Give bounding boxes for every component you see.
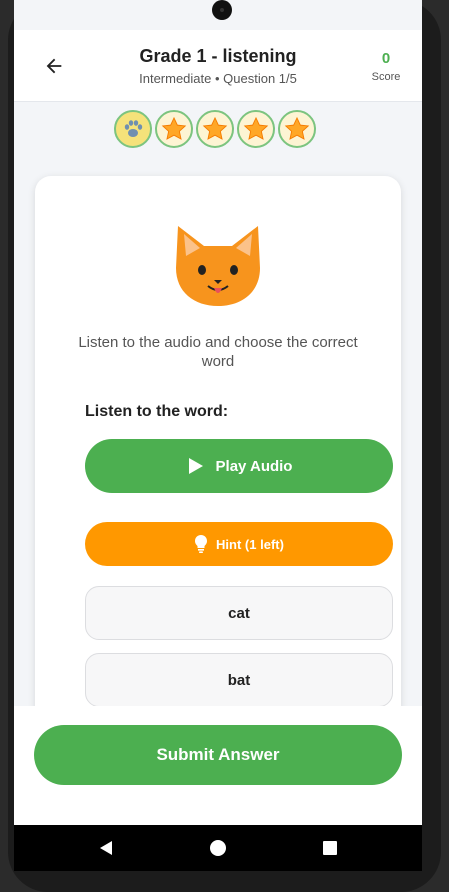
nav-back-button[interactable]	[94, 836, 118, 860]
play-audio-button[interactable]: Play Audio	[85, 439, 393, 493]
listen-prompt-label: Listen to the word:	[85, 403, 229, 420]
cat-face-icon	[176, 226, 260, 306]
star-icon	[284, 116, 310, 140]
app-screen: Grade 1 - listening Intermediate • Quest…	[14, 0, 422, 825]
progress-step	[155, 110, 193, 148]
hint-button[interactable]: Hint (1 left)	[85, 522, 393, 566]
footer-bar: Submit Answer	[14, 706, 422, 825]
question-progress	[114, 110, 334, 148]
star-icon	[161, 116, 187, 140]
star-icon	[202, 116, 228, 140]
answer-option-cat[interactable]: cat	[85, 586, 393, 640]
page-title: Grade 1 - listening	[139, 46, 297, 66]
hint-label: Hint (1 left)	[216, 536, 284, 552]
question-instruction: Listen to the audio and choose the corre…	[78, 334, 358, 370]
nav-home-button[interactable]	[206, 836, 230, 860]
score-value: 0	[381, 50, 391, 67]
app-header: Grade 1 - listening Intermediate • Quest…	[14, 30, 422, 102]
nav-recents-button[interactable]	[318, 836, 342, 860]
status-bar	[14, 0, 422, 30]
question-card: Listen to the audio and choose the corre…	[35, 176, 401, 796]
progress-step	[237, 110, 275, 148]
score-label: Score	[371, 71, 401, 83]
answer-option-bat[interactable]: bat	[85, 653, 393, 707]
android-nav-bar	[14, 825, 422, 871]
play-icon	[188, 458, 203, 474]
lightbulb-icon	[195, 535, 208, 553]
progress-step-current	[114, 110, 152, 148]
submit-answer-button[interactable]: Submit Answer	[34, 725, 402, 785]
page-subtitle: Intermediate • Question 1/5	[139, 71, 297, 86]
star-icon	[243, 116, 269, 140]
circle-home-icon	[210, 840, 226, 856]
paw-icon	[124, 120, 143, 137]
progress-step	[278, 110, 316, 148]
triangle-back-icon	[100, 841, 112, 855]
play-audio-label: Play Audio	[215, 457, 293, 475]
front-camera	[212, 0, 232, 20]
square-recents-icon	[323, 841, 337, 855]
progress-step	[196, 110, 234, 148]
